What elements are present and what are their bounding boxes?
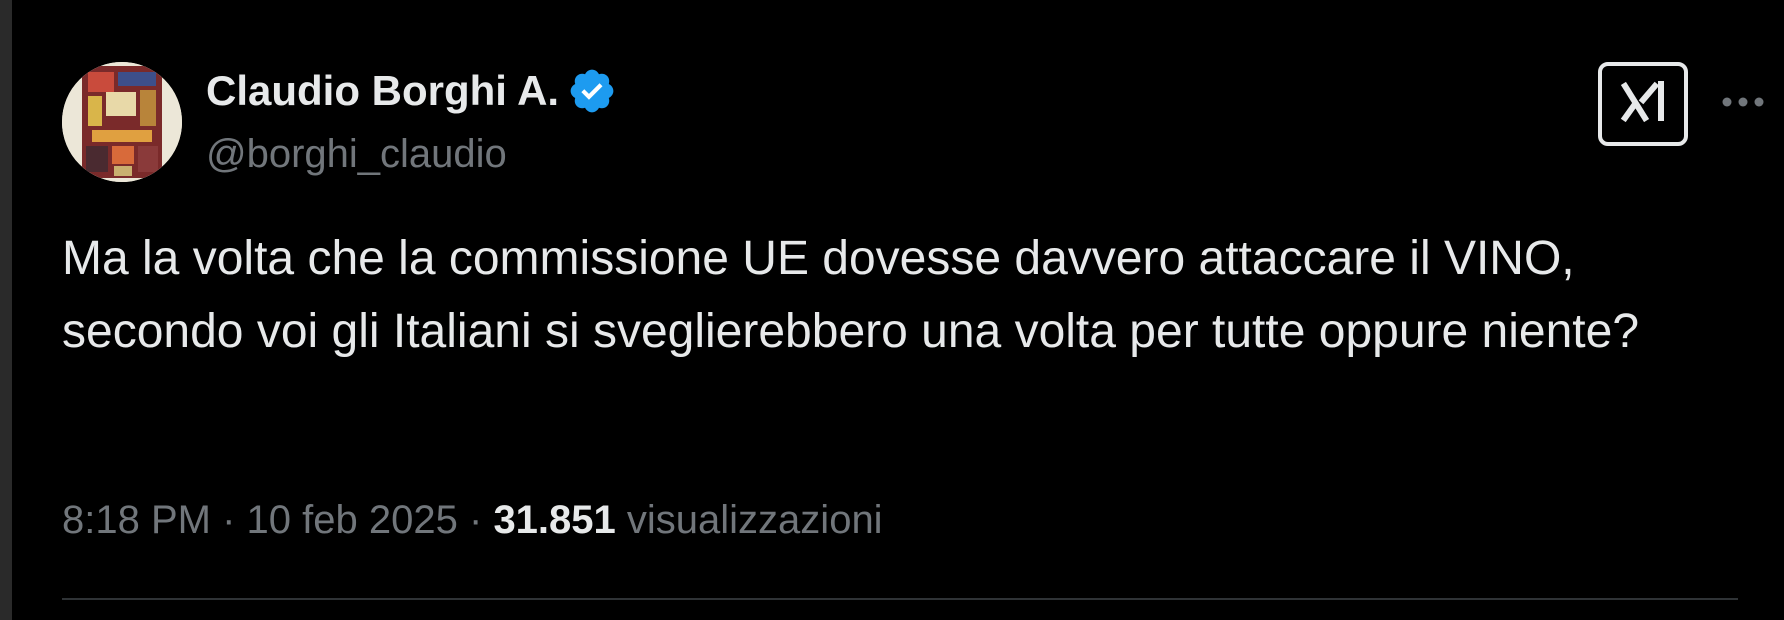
views-label: visualizzazioni — [626, 498, 883, 542]
author-display-name[interactable]: Claudio Borghi A. — [206, 64, 559, 118]
meta-separator: · — [222, 498, 236, 542]
avatar[interactable] — [62, 62, 182, 182]
views-count: 31.851 — [493, 498, 616, 542]
more-icon — [1721, 95, 1765, 113]
tweet-text: Ma la volta che la commissione UE dovess… — [62, 232, 1640, 358]
verified-badge-icon[interactable] — [567, 66, 617, 116]
meta-separator: · — [468, 498, 483, 542]
author-handle[interactable]: @borghi_claudio — [206, 128, 507, 180]
grok-icon — [1615, 74, 1671, 135]
divider — [62, 598, 1738, 600]
tweet-meta: 8:18 PM · 10 feb 2025 · 31.851 visualizz… — [62, 490, 883, 550]
tweet-card: Claudio Borghi A. @borghi_claudio Ma la … — [0, 0, 1784, 620]
author-line: Claudio Borghi A. — [206, 64, 617, 118]
tweet-date[interactable]: 10 feb 2025 — [247, 498, 458, 542]
tweet-time[interactable]: 8:18 PM — [62, 498, 211, 542]
window-edge — [0, 0, 12, 620]
more-options-button[interactable] — [1718, 82, 1768, 126]
grok-button[interactable] — [1598, 62, 1688, 146]
